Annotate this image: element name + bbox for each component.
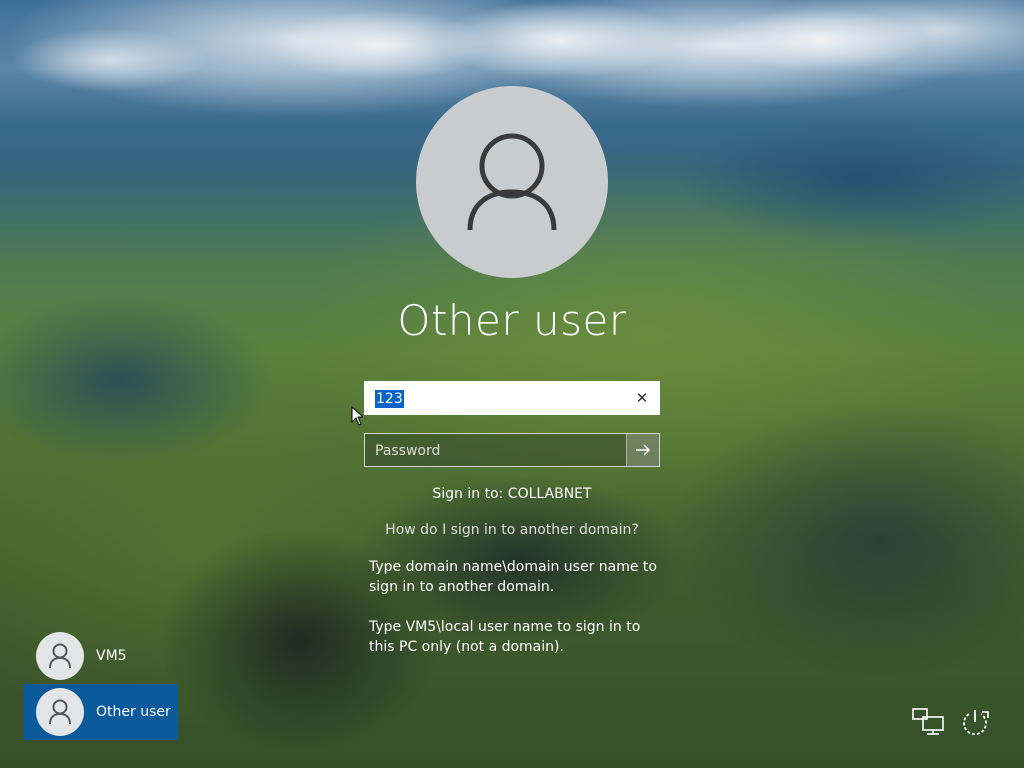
- power-icon[interactable]: [958, 706, 992, 740]
- help-text-domain: Type domain name\domain user name to sig…: [369, 559, 657, 595]
- submit-button[interactable]: [626, 434, 659, 466]
- password-input[interactable]: [373, 440, 627, 462]
- user-avatar-large: [416, 86, 608, 278]
- user-icon: [467, 133, 557, 231]
- avatar: [36, 688, 84, 736]
- username-field[interactable]: 123 ✕: [364, 381, 660, 415]
- user-tile-other-user[interactable]: Other user: [24, 684, 178, 740]
- user-tile-vm5[interactable]: VM5: [24, 628, 178, 684]
- arrow-right-icon: [636, 444, 651, 456]
- avatar: [36, 632, 84, 680]
- sign-in-domain-text: Sign in to: COLLABNET: [432, 486, 592, 502]
- user-tile-label: VM5: [96, 648, 127, 664]
- help-text-local: Type VM5\local user name to sign in to t…: [369, 619, 641, 655]
- close-icon[interactable]: ✕: [633, 389, 651, 407]
- user-icon: [49, 643, 71, 669]
- user-icon: [49, 699, 71, 725]
- network-icon[interactable]: [912, 708, 944, 736]
- mouse-cursor: [351, 405, 365, 430]
- password-field-container[interactable]: [364, 433, 660, 467]
- page-title: Other user: [397, 296, 627, 345]
- user-tile-label: Other user: [96, 704, 171, 720]
- username-value[interactable]: 123: [375, 390, 404, 408]
- help-link[interactable]: How do I sign in to another domain?: [312, 522, 712, 538]
